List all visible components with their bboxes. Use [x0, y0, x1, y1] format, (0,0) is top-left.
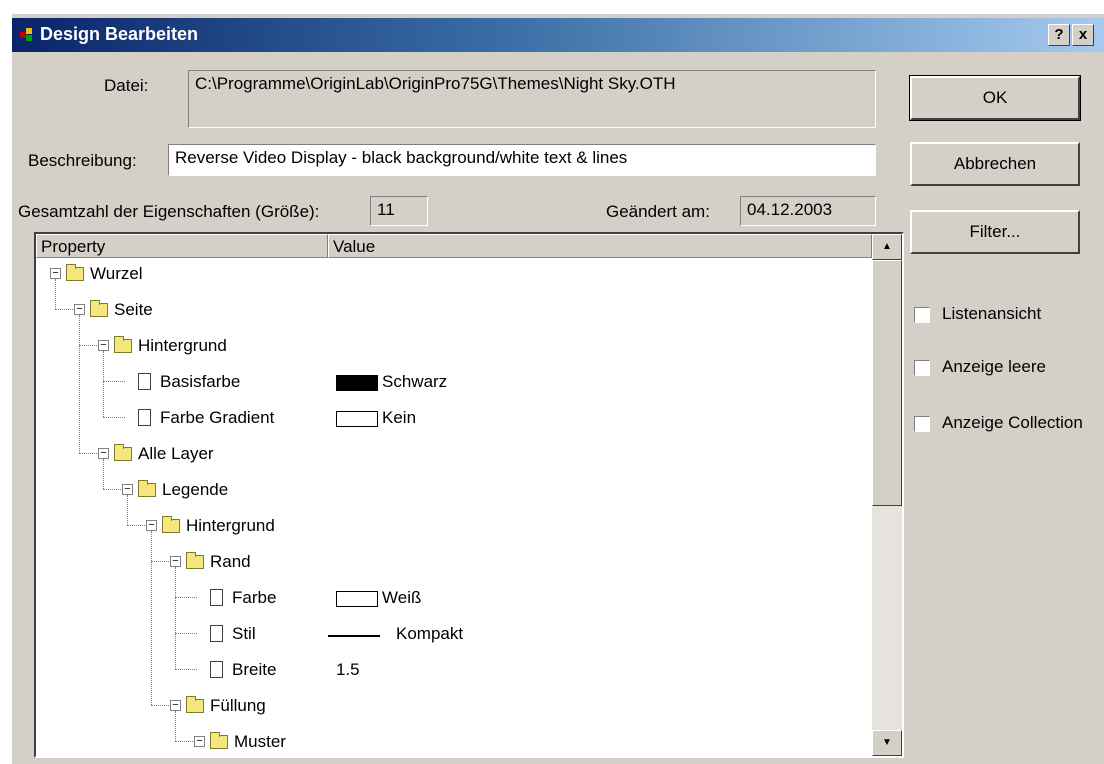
property-name: Farbe [232, 588, 277, 607]
collapse-icon[interactable]: − [194, 736, 205, 747]
total-properties-label: Gesamtzahl der Eigenschaften (Größe): [18, 202, 320, 221]
close-button[interactable]: x [1072, 24, 1094, 46]
folder-icon [66, 264, 84, 281]
checkbox-label: Listenansicht [942, 304, 1042, 323]
tree-property-row[interactable]: Stil Kompakt [36, 620, 872, 650]
column-header-property[interactable]: Property [36, 234, 328, 258]
property-value: Schwarz [382, 372, 448, 391]
property-tree-list[interactable]: Property Value − Wurzel − Seite − Hintergrund… [34, 232, 904, 758]
description-input[interactable]: Reverse Video Display - black background… [168, 144, 876, 176]
tree-connector [175, 567, 176, 669]
folder-icon [114, 444, 132, 461]
collapse-icon[interactable]: − [74, 304, 85, 315]
total-properties-field: 11 [370, 196, 428, 226]
property-value: Kein [382, 408, 417, 427]
node-label: Wurzel [90, 264, 143, 283]
filter-button[interactable]: Filter... [910, 210, 1080, 254]
collapse-icon[interactable]: − [98, 340, 109, 351]
folder-icon [90, 300, 108, 317]
tree-folder-node[interactable]: − Wurzel [36, 260, 872, 290]
tree-folder-node[interactable]: − Füllung [36, 692, 872, 722]
checkbox-box[interactable] [914, 415, 930, 432]
node-label: Rand [210, 552, 251, 571]
collapse-icon[interactable]: − [98, 448, 109, 459]
color-swatch [336, 591, 378, 607]
node-label: Hintergrund [186, 516, 275, 535]
show-empty-checkbox[interactable]: Anzeige leere [914, 357, 1046, 381]
tree-property-row[interactable]: Farbe Weiß [36, 584, 872, 614]
checkbox-box[interactable] [914, 359, 930, 376]
folder-icon [186, 696, 204, 713]
folder-icon [210, 732, 228, 749]
property-name: Farbe Gradient [160, 408, 275, 427]
window-title: Design Bearbeiten [40, 24, 199, 44]
document-icon [210, 625, 223, 642]
list-header: Property Value [36, 234, 872, 258]
collapse-icon[interactable]: − [50, 268, 61, 279]
document-icon [210, 589, 223, 606]
file-path-field: C:\Programme\OriginLab\OriginPro75G\Them… [188, 70, 876, 128]
folder-icon [186, 552, 204, 569]
tree-property-row[interactable]: Basisfarbe Schwarz [36, 368, 872, 398]
collapse-icon[interactable]: − [170, 556, 181, 567]
node-label: Seite [114, 300, 153, 319]
design-dialog: Design Bearbeiten ? x Datei: C:\Programm… [12, 14, 1104, 764]
property-name: Stil [232, 624, 256, 643]
node-label: Hintergrund [138, 336, 227, 355]
node-label: Legende [162, 480, 229, 499]
property-name: Breite [232, 660, 277, 679]
color-swatch [336, 411, 378, 427]
node-label: Füllung [210, 696, 266, 715]
tree-folder-node[interactable]: − Rand [36, 548, 872, 578]
tree-property-row[interactable]: Farbe Gradient Kein [36, 404, 872, 434]
checkbox-box[interactable] [914, 306, 930, 323]
property-value: Kompakt [396, 624, 464, 643]
document-icon [138, 409, 151, 426]
collapse-icon[interactable]: − [146, 520, 157, 531]
ok-button[interactable]: OK [909, 75, 1081, 121]
tree-folder-node[interactable]: − Hintergrund [36, 512, 872, 542]
file-label: Datei: [104, 76, 149, 95]
tree-folder-node[interactable]: − Muster [36, 728, 872, 756]
scroll-up-icon[interactable]: ▲ [872, 234, 902, 260]
description-label: Beschreibung: [28, 151, 137, 170]
cancel-button[interactable]: Abbrechen [910, 142, 1080, 186]
property-value: Weiß [382, 588, 422, 607]
help-button[interactable]: ? [1048, 24, 1070, 46]
modified-date-field: 04.12.2003 [740, 196, 876, 226]
modified-label: Geändert am: [606, 202, 710, 221]
property-value: 1.5 [336, 660, 360, 679]
vertical-scrollbar[interactable]: ▲ ▼ [872, 234, 902, 756]
color-swatch [336, 375, 378, 391]
node-label: Alle Layer [138, 444, 214, 463]
checkbox-label: Anzeige leere [942, 357, 1046, 376]
column-header-value[interactable]: Value [328, 234, 872, 258]
tree-folder-node[interactable]: − Hintergrund [36, 332, 872, 362]
document-icon [138, 373, 151, 390]
property-tree: − Wurzel − Seite − Hintergrund Basisfarbe Schwa… [36, 260, 872, 756]
node-label: Muster [234, 732, 286, 751]
scroll-down-icon[interactable]: ▼ [872, 730, 902, 756]
folder-icon [114, 336, 132, 353]
folder-icon [162, 516, 180, 533]
tree-property-row[interactable]: Breite 1.5 [36, 656, 872, 686]
app-icon [20, 28, 34, 42]
tree-folder-node[interactable]: − Alle Layer [36, 440, 872, 470]
show-collection-checkbox[interactable]: Anzeige Collection [914, 413, 1083, 437]
document-icon [210, 661, 223, 678]
title-bar: Design Bearbeiten ? x [12, 18, 1104, 52]
checkbox-label: Anzeige Collection [942, 413, 1083, 432]
collapse-icon[interactable]: − [170, 700, 181, 711]
folder-icon [138, 480, 156, 497]
scroll-thumb[interactable] [872, 260, 902, 506]
list-view-checkbox[interactable]: Listenansicht [914, 304, 1041, 328]
collapse-icon[interactable]: − [122, 484, 133, 495]
property-name: Basisfarbe [160, 372, 241, 391]
tree-folder-node[interactable]: − Legende [36, 476, 872, 506]
tree-folder-node[interactable]: − Seite [36, 296, 872, 326]
line-style-sample [328, 635, 380, 637]
